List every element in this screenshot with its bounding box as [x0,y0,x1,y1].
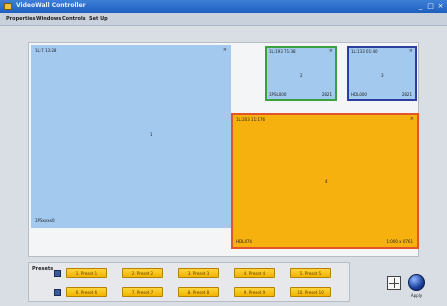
layout-grid-button[interactable] [387,276,401,290]
window-1-title: 1L:7 13:28 [35,48,57,53]
window-controls: _ □ × [417,2,444,10]
window-2[interactable]: 1L:193 71:38 × 2 1PSL000 2821 [265,46,337,101]
presets-label: Presets [32,266,54,272]
preset-button-6[interactable]: 6. Preset 6 [66,287,107,297]
wall-canvas[interactable]: 1L:7 13:28 × 1 1PSxxxx0 1L:193 71:38 × 2… [28,42,419,257]
maximize-button[interactable]: □ [427,2,434,10]
preset-button-2[interactable]: 2. Preset 2 [122,268,163,278]
window-3-source: HDL000 [351,92,367,97]
window-1-close-icon[interactable]: × [223,47,227,53]
menu-properties[interactable]: Properties [6,16,35,22]
presets-panel: Presets 1. Preset 1 2. Preset 2 3. Prese… [28,262,350,302]
window-title: VideoWall Controller [16,2,86,9]
window-1[interactable]: 1L:7 13:28 × 1 1PSxxxx0 [31,45,231,228]
window-2-close-icon[interactable]: × [329,48,333,54]
close-button[interactable]: × [437,2,444,10]
minimize-button[interactable]: _ [417,2,424,10]
preset-button-10[interactable]: 10. Preset 10 [290,287,331,297]
window-1-source: 1PSxxxx0 [35,218,55,223]
preset-button-1[interactable]: 1. Preset 1 [66,268,107,278]
window-3-close-icon[interactable]: × [409,48,413,54]
window-4-id: 4 [325,179,328,184]
preset-button-7[interactable]: 7. Preset 7 [122,287,163,297]
menu-setup[interactable]: Set Up [89,16,108,22]
menu-windows[interactable]: Windows [36,16,61,22]
title-bar: VideoWall Controller _ □ × [0,0,447,13]
menu-controls[interactable]: Controls [62,16,86,22]
window-2-resolution: 2821 [321,92,332,97]
preset-button-5[interactable]: 5. Preset 5 [290,268,331,278]
window-2-source: 1PSL000 [269,92,287,97]
presets-row2-toggle[interactable] [54,289,61,296]
window-4-close-icon[interactable]: × [410,116,414,122]
window-4-resolution: 1:000 x 0761 [386,239,413,244]
window-4-title: 1L:203 11:176 [236,117,266,122]
preset-button-9[interactable]: 9. Preset 9 [234,287,275,297]
apply-label: Apply [410,293,423,298]
window-4[interactable]: 1L:203 11:176 × 4 HDL474 1:000 x 0761 [231,113,419,249]
window-1-id: 1 [150,132,153,137]
window-2-title: 1L:193 71:38 [269,49,296,54]
presets-row1-toggle[interactable] [54,270,61,277]
window-2-id: 2 [300,73,303,78]
grid-icon-h [389,283,399,284]
preset-button-4[interactable]: 4. Preset 4 [234,268,275,278]
apply-orb-button[interactable] [408,274,425,291]
window-3-id: 3 [381,73,384,78]
window-3[interactable]: 1L:133 01:40 × 3 HDL000 2821 [347,46,417,101]
app-icon [4,3,12,10]
window-3-title: 1L:133 01:40 [351,49,378,54]
preset-button-3[interactable]: 3. Preset 3 [178,268,219,278]
menu-bar: Properties Windows Controls Set Up [0,13,447,26]
preset-button-8[interactable]: 8. Preset 8 [178,287,219,297]
window-4-source: HDL474 [236,239,252,244]
window-3-resolution: 2821 [401,92,412,97]
